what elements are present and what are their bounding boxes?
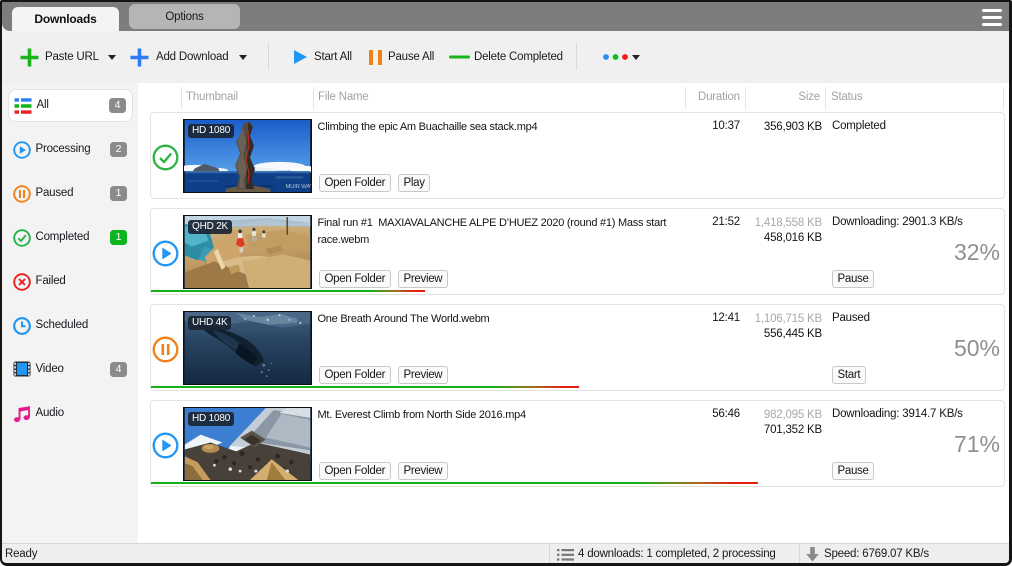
svg-text:MUIR WAY: MUIR WAY	[285, 184, 311, 190]
